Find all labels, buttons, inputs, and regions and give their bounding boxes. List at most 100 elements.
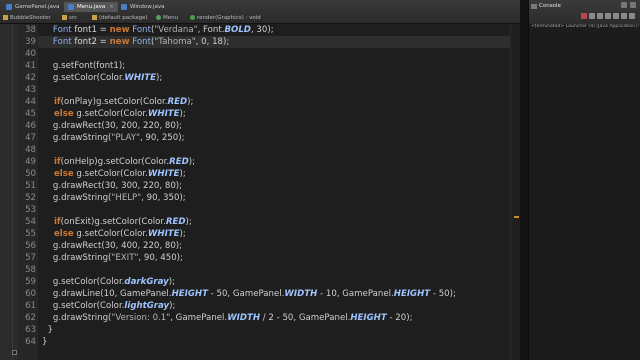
line-number: 60 (25, 289, 36, 299)
display-console-icon[interactable] (621, 13, 627, 19)
open-console-icon[interactable] (629, 13, 635, 19)
code-text: g.setFont(font1); (42, 60, 125, 72)
line-number: 63 (25, 325, 36, 335)
code-line[interactable]: 50 else g.setColor(Color.WHITE); (0, 168, 510, 180)
overview-ruler[interactable] (510, 24, 520, 360)
code-token: ); (169, 301, 176, 311)
breadcrumb-project[interactable]: BubbleShooter (3, 13, 51, 23)
line-number: 41 (25, 61, 36, 71)
breadcrumb-class[interactable]: Menu (156, 13, 178, 23)
code-token: g.drawString( (42, 133, 112, 143)
code-line[interactable]: 48 (0, 144, 510, 156)
tab-console[interactable]: Console (531, 1, 561, 11)
code-line[interactable]: 38 Font font1 = new Font("Verdana", Font… (0, 24, 510, 36)
code-line[interactable]: 59 g.setColor(Color.darkGray); (0, 276, 510, 288)
view-sash[interactable] (520, 0, 528, 360)
code-token: (onPlay)g.setColor(Color. (60, 97, 168, 107)
code-line[interactable]: 39 Font font2 = new Font("Tahoma", 0, 18… (0, 36, 510, 48)
line-number: 62 (25, 313, 36, 323)
code-token: WHITE (147, 169, 180, 179)
code-token: g.setFont(font1); (42, 61, 126, 71)
code-line[interactable]: 62 g.drawString("Version: 0.1", GamePane… (0, 312, 510, 324)
line-number: 51 (25, 181, 36, 191)
method-icon (190, 15, 195, 20)
line-number: 57 (25, 253, 36, 263)
code-text: g.drawRect(30, 400, 220, 80); (42, 240, 182, 252)
tab-gamepanel-java[interactable]: GamePanel.java (2, 2, 63, 12)
code-line[interactable]: 47 g.drawString("PLAY", 90, 250); (0, 132, 510, 144)
tab-window-java[interactable]: Window.java (117, 2, 168, 12)
console-icon (531, 3, 537, 9)
breadcrumb-label: Menu (163, 14, 179, 21)
breadcrumb-method[interactable]: render(Graphics) : void (190, 13, 261, 23)
tab-menu-java[interactable]: Menu.java ✕ (64, 1, 118, 12)
code-line[interactable]: 61 g.setColor(Color.lightGray); (0, 300, 510, 312)
code-editor[interactable]: 38 Font font1 = new Font("Verdana", Font… (0, 24, 520, 360)
code-line[interactable]: 52 g.drawString("HELP", 90, 350); (0, 192, 510, 204)
package-icon (92, 15, 97, 20)
scroll-lock-icon[interactable] (605, 13, 611, 19)
breadcrumb-package[interactable]: (default package) (92, 13, 148, 23)
line-number: 48 (25, 145, 36, 155)
code-text: g.setColor(Color.lightGray); (42, 300, 175, 312)
code-text: else g.setColor(Color.WHITE); (42, 168, 186, 180)
code-token: Font (42, 25, 75, 35)
code-line[interactable]: 46 g.drawRect(30, 200, 220, 80); (0, 120, 510, 132)
code-line[interactable]: 54 if(onExit)g.setColor(Color.RED); (0, 216, 510, 228)
code-line[interactable]: 58 (0, 264, 510, 276)
code-token: Font (129, 25, 151, 35)
code-line[interactable]: 45 else g.setColor(Color.WHITE); (0, 108, 510, 120)
code-line[interactable]: 44 if(onPlay)g.setColor(Color.RED); (0, 96, 510, 108)
view-controls (621, 2, 636, 8)
code-token: , Font. (197, 25, 225, 35)
code-line[interactable]: 51 g.drawRect(30, 300, 220, 80); (0, 180, 510, 192)
code-token: , 90, 250); (139, 133, 185, 143)
code-token: - 50); (430, 289, 456, 299)
code-token: (onExit)g.setColor(Color. (60, 217, 166, 227)
warning-marker[interactable] (514, 216, 519, 218)
code-line[interactable]: 41 g.setFont(font1); (0, 60, 510, 72)
remove-launch-icon[interactable] (589, 13, 595, 19)
code-token: else (42, 229, 74, 239)
code-token: ); (188, 157, 196, 167)
code-line[interactable]: 60 g.drawLine(10, GamePanel.HEIGHT - 50,… (0, 288, 510, 300)
minimize-icon[interactable] (621, 2, 627, 8)
pin-console-icon[interactable] (613, 13, 619, 19)
code-text: g.drawLine(10, GamePanel.HEIGHT - 50, Ga… (42, 288, 456, 300)
code-line[interactable]: 56 g.drawRect(30, 400, 220, 80); (0, 240, 510, 252)
breadcrumb-src[interactable]: src (62, 13, 77, 23)
line-number: 54 (25, 217, 36, 227)
code-line[interactable]: 53 (0, 204, 510, 216)
code-token: g.setColor(Color. (42, 301, 125, 311)
tab-label: Menu.java (77, 3, 106, 10)
close-icon[interactable]: ✕ (109, 4, 113, 10)
code-token: g.setColor(Color. (73, 229, 148, 239)
code-token: if (42, 217, 61, 227)
breadcrumb-label: src (69, 14, 78, 21)
code-line[interactable]: 63 } (0, 324, 510, 336)
code-line[interactable]: 64} (0, 336, 510, 348)
clear-console-icon[interactable] (597, 13, 603, 19)
code-token: g.setColor(Color. (42, 277, 125, 287)
maximize-icon[interactable] (630, 2, 636, 8)
code-token: WHITE (124, 73, 157, 83)
code-text: g.drawRect(30, 300, 220, 80); (42, 180, 182, 192)
fold-collapse-icon[interactable] (12, 350, 17, 355)
code-line[interactable]: 49 if(onHelp)g.setColor(Color.RED); (0, 156, 510, 168)
console-header: Console (529, 0, 640, 24)
code-token: else (42, 109, 74, 119)
code-token: if (42, 97, 61, 107)
editor-tab-bar: GamePanel.java Menu.java ✕ Window.java B… (0, 0, 520, 24)
line-number: 39 (25, 37, 36, 47)
code-line[interactable]: 55 else g.setColor(Color.WHITE); (0, 228, 510, 240)
code-token: "Tahoma" (154, 37, 196, 47)
code-line[interactable]: 43 (0, 84, 510, 96)
line-number: 46 (25, 121, 36, 131)
console-output[interactable] (529, 34, 640, 360)
terminate-icon[interactable] (581, 13, 587, 19)
code-line[interactable]: 40 (0, 48, 510, 60)
code-token: - 10, GamePanel. (317, 289, 394, 299)
code-line[interactable]: 42 g.setColor(Color.WHITE); (0, 72, 510, 84)
line-number: 55 (25, 229, 36, 239)
code-line[interactable]: 57 g.drawString("EXIT", 90, 450); (0, 252, 510, 264)
